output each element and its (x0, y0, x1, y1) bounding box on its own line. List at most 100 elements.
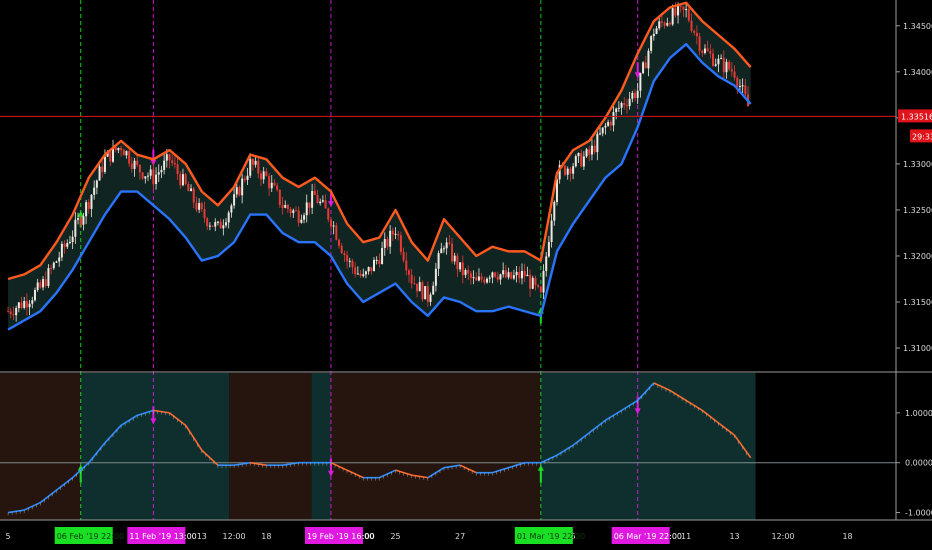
candle-body (20, 302, 23, 308)
candle-body (720, 57, 723, 59)
candle-body (313, 190, 316, 195)
candle-body (588, 149, 591, 155)
candle-body (491, 272, 494, 278)
candle-body (278, 189, 281, 205)
candle-body (155, 174, 158, 185)
candle-body (663, 22, 666, 26)
candle-body (407, 270, 410, 275)
candle-body (55, 261, 58, 263)
candle-body (222, 225, 225, 229)
candle-body (515, 271, 518, 276)
candle-body (276, 185, 279, 190)
candle-body (33, 289, 36, 301)
price-tick-label: 1.31500 (903, 298, 932, 307)
time-tick-label: 13 (197, 532, 207, 541)
candle-body (674, 8, 677, 16)
candle-body (456, 255, 459, 270)
candle-body (68, 241, 71, 243)
candle-body (658, 21, 661, 29)
candle-body (338, 239, 341, 246)
candle-body (652, 33, 655, 37)
candle-body (488, 277, 491, 279)
candle-body (459, 262, 462, 270)
candle-body (133, 160, 136, 169)
candle-body (343, 253, 346, 256)
candle-body (644, 62, 647, 69)
candle-body (405, 260, 408, 271)
candle-body (249, 159, 252, 176)
candle-body (445, 242, 448, 249)
candle-body (63, 243, 66, 247)
candle-body (351, 260, 354, 268)
candle-body (214, 222, 217, 227)
price-tick-label: 1.34000 (903, 68, 932, 77)
trading-chart[interactable]: 1.31000 1.31500 1.32000 1.32500 1.33000 1.335… (0, 0, 932, 550)
candle-body (397, 233, 400, 236)
candle-body (36, 282, 39, 290)
candle-body (93, 187, 96, 195)
candle-body (453, 255, 456, 262)
candle-body (601, 127, 604, 134)
candle-body (305, 202, 308, 216)
candle-body (243, 178, 246, 180)
candle-body (184, 174, 187, 184)
candle-body (300, 219, 303, 223)
candle-body (286, 204, 289, 210)
candle-body (389, 230, 392, 247)
candle-body (74, 219, 77, 237)
candle-body (198, 203, 201, 210)
candle-body (206, 218, 209, 227)
candle-body (246, 175, 249, 180)
candle-body (426, 286, 429, 302)
candle-body (682, 6, 685, 10)
candle-body (381, 248, 384, 264)
candle-body (273, 182, 276, 186)
candle-body (499, 274, 502, 280)
candle-body (703, 48, 706, 53)
candle-body (582, 156, 585, 167)
price-tick-label: 1.32500 (903, 206, 932, 215)
regime-band-1 (80, 373, 230, 520)
candle-body (284, 204, 287, 208)
candle-body (173, 162, 176, 165)
osc-tick-label: 0.0000 (905, 459, 932, 468)
time-tick-label: 12:00 (771, 532, 794, 541)
candle-body (744, 85, 747, 95)
regime-band-2 (229, 373, 312, 520)
candle-body (636, 90, 639, 98)
candle-body (192, 188, 195, 203)
candle-body (526, 274, 529, 277)
candle-body (294, 210, 297, 212)
candle-body (141, 172, 144, 179)
regime-band-0 (0, 373, 81, 520)
candle-body (262, 171, 265, 180)
candle-body (152, 169, 155, 185)
candle-body (370, 267, 373, 272)
candle-body (47, 268, 50, 286)
candle-body (529, 274, 532, 289)
candle-body (741, 85, 744, 87)
candle-body (469, 273, 472, 278)
candle-body (58, 257, 61, 262)
regime-band-4 (330, 373, 541, 520)
candle-body (168, 154, 171, 161)
candle-body (241, 178, 244, 196)
candle-body (712, 53, 715, 66)
candle-body (386, 239, 389, 247)
candle-body (512, 275, 515, 279)
candle-body (95, 180, 98, 188)
candle-body (531, 277, 534, 289)
osc-tick-label: 1.0000 (905, 409, 932, 418)
candle-body (28, 303, 31, 308)
candle-body (650, 36, 653, 51)
candle-body (227, 212, 230, 223)
candle-body (230, 205, 233, 213)
candle-body (413, 283, 416, 285)
price-tick-label: 1.34500 (903, 22, 932, 31)
candle-body (39, 282, 42, 288)
candle-body (319, 201, 322, 204)
candle-body (190, 188, 193, 192)
candle-body (52, 262, 55, 269)
time-tick-label: 11 (681, 532, 691, 541)
candle-body (566, 168, 569, 175)
